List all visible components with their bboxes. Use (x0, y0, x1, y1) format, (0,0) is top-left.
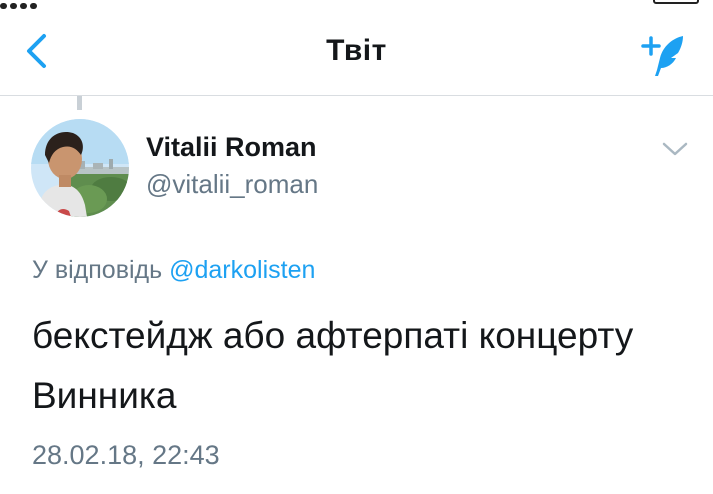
username[interactable]: @vitalii_roman (146, 169, 318, 200)
signal-strength-icon (0, 0, 60, 9)
compose-tweet-icon (641, 36, 683, 76)
profile-photo (31, 119, 129, 217)
tweet-text: бекстейдж або афтерпаті концерту Винника (32, 315, 634, 416)
chevron-down-icon (662, 142, 688, 156)
tweet-menu-button[interactable] (661, 138, 689, 160)
reply-to-handle[interactable]: @darkolisten (169, 256, 315, 284)
reply-prefix: У відповідь (32, 256, 163, 284)
avatar[interactable] (31, 119, 129, 217)
page-title: Твіт (326, 34, 387, 67)
reply-context: У відповідь @darkolisten (32, 256, 315, 285)
tweet-timestamp: 28.02.18, 22:43 (32, 440, 220, 470)
tweet-detail-screen: Твіт Vitalii Roman @vitalii_roman У відп… (0, 0, 713, 494)
thread-connector (77, 96, 82, 110)
navigation-bar: Твіт (0, 6, 713, 96)
battery-icon (653, 0, 699, 4)
compose-tweet-button[interactable] (633, 26, 689, 82)
display-name[interactable]: Vitalii Roman (146, 132, 317, 163)
